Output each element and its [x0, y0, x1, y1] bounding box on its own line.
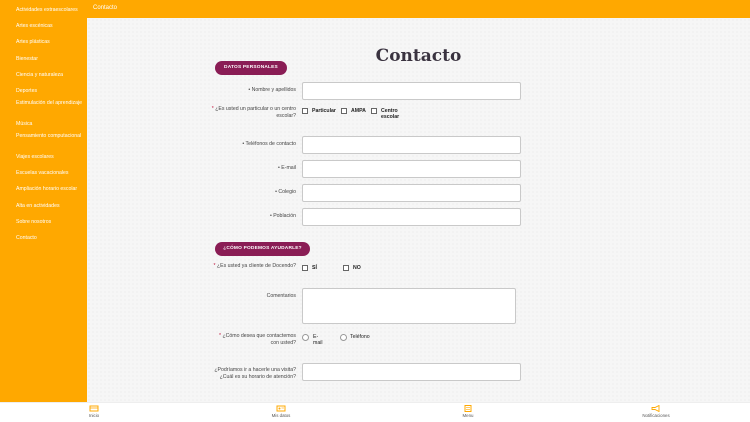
visit-label: ¿Podríamos ir a hacerle una visita? ¿Cuá…: [214, 367, 296, 380]
client-no-checkbox[interactable]: [343, 265, 349, 271]
section-pill-personal: DATOS PERSONALES: [215, 61, 287, 75]
sidebar-item-musica[interactable]: Música: [16, 121, 84, 129]
client-yes-checkbox[interactable]: [302, 265, 308, 271]
nav-mis-datos-label: Mis datos: [271, 413, 291, 418]
main-content: Contacto DATOS PERSONALES • Nombre y ape…: [87, 18, 750, 402]
centro-escolar-label: Centro escolar: [381, 108, 400, 120]
client-yes-label: SÍ: [312, 265, 317, 271]
sidebar-item-extraescolares[interactable]: Actividades extraescolares: [16, 7, 84, 15]
sidebar-item-contacto[interactable]: Contacto: [16, 235, 84, 243]
sidebar-item-deportes[interactable]: Deportes: [16, 88, 84, 96]
phone-field[interactable]: [302, 136, 521, 154]
sidebar-item-estimulacion[interactable]: Estimulación del aprendizaje: [16, 100, 84, 108]
sidebar-item-alta[interactable]: Alta en actividades: [16, 203, 84, 211]
contact-label: * ¿Cómo desea que contactemos con usted?: [211, 333, 296, 347]
nav-menu[interactable]: Menu: [438, 405, 498, 418]
contact-phone-radio[interactable]: [340, 334, 347, 341]
town-label: • Población: [269, 213, 296, 219]
breadcrumb: Contacto: [93, 5, 118, 11]
sidebar-item-bienestar[interactable]: Bienestar: [16, 56, 84, 64]
profile-icon: [276, 405, 286, 412]
town-field[interactable]: [302, 208, 521, 226]
email-field[interactable]: [302, 160, 521, 178]
required-mark: *: [218, 333, 222, 339]
top-bar: Contacto: [0, 0, 750, 18]
sidebar-item-viajes[interactable]: Viajes escolares: [16, 154, 84, 162]
nav-mis-datos[interactable]: Mis datos: [251, 405, 311, 418]
centro-escolar-checkbox[interactable]: [371, 108, 377, 114]
menu-icon: [464, 405, 472, 412]
required-mark: *: [211, 106, 214, 112]
particular-checkbox[interactable]: [302, 108, 308, 114]
contact-label-text: ¿Cómo desea que contactemos con usted?: [222, 333, 296, 346]
client-no-label: NO: [353, 265, 361, 271]
sidebar: Actividades extraescolares Artes escénic…: [0, 0, 87, 402]
sidebar-item-ampliacion[interactable]: Ampliación horario escolar: [16, 186, 84, 194]
who-label-text: ¿Es usted un particular o un centro esco…: [215, 106, 296, 119]
megaphone-icon: [651, 405, 660, 412]
nav-notificaciones[interactable]: Notificaciones: [626, 405, 686, 418]
name-label: • Nombre y apellidos: [248, 87, 296, 93]
school-label: • Colegio: [275, 189, 296, 195]
comments-textarea[interactable]: [302, 288, 516, 324]
client-label: * ¿Es usted ya cliente de Docendo?: [211, 263, 297, 270]
name-field[interactable]: [302, 82, 521, 100]
section-pill-help: ¿CÓMO PODEMOS AYUDARLE?: [215, 242, 310, 256]
sidebar-item-ciencia[interactable]: Ciencia y naturaleza: [16, 72, 84, 80]
comments-label: Comentarios: [266, 293, 296, 299]
nav-inicio[interactable]: Inicio: [64, 405, 124, 418]
home-icon: [89, 405, 99, 412]
contact-email-label: E-mail: [313, 334, 323, 346]
ampa-label: AMPA: [351, 108, 366, 114]
nav-inicio-label: Inicio: [88, 413, 100, 418]
phone-label: • Teléfonos de contacto: [242, 141, 296, 147]
school-field[interactable]: [302, 184, 521, 202]
nav-menu-label: Menu: [462, 413, 474, 418]
nav-notificaciones-label: Notificaciones: [642, 413, 670, 418]
particular-label: Particular: [312, 108, 336, 114]
sidebar-item-artes-plasticas[interactable]: Artes plásticas: [16, 39, 84, 47]
required-mark: *: [213, 263, 216, 269]
who-label: * ¿Es usted un particular o un centro es…: [211, 106, 296, 120]
page-title: Contacto: [375, 46, 462, 66]
contact-phone-label: Teléfono: [350, 334, 370, 340]
bottom-nav: Inicio Mis datos Menu Notificaciones: [0, 402, 750, 422]
email-label: • E-mail: [278, 165, 296, 171]
visit-field[interactable]: [302, 363, 521, 381]
contact-email-radio[interactable]: [302, 334, 309, 341]
sidebar-item-pensamiento[interactable]: Pensamiento computacional: [16, 133, 84, 141]
sidebar-item-artes-escenicas[interactable]: Artes escénicas: [16, 23, 84, 31]
sidebar-item-escuelas[interactable]: Escuelas vacacionales: [16, 170, 84, 178]
ampa-checkbox[interactable]: [341, 108, 347, 114]
client-label-text: ¿Es usted ya cliente de Docendo?: [216, 263, 296, 269]
sidebar-item-sobre-nosotros[interactable]: Sobre nosotros: [16, 219, 84, 227]
